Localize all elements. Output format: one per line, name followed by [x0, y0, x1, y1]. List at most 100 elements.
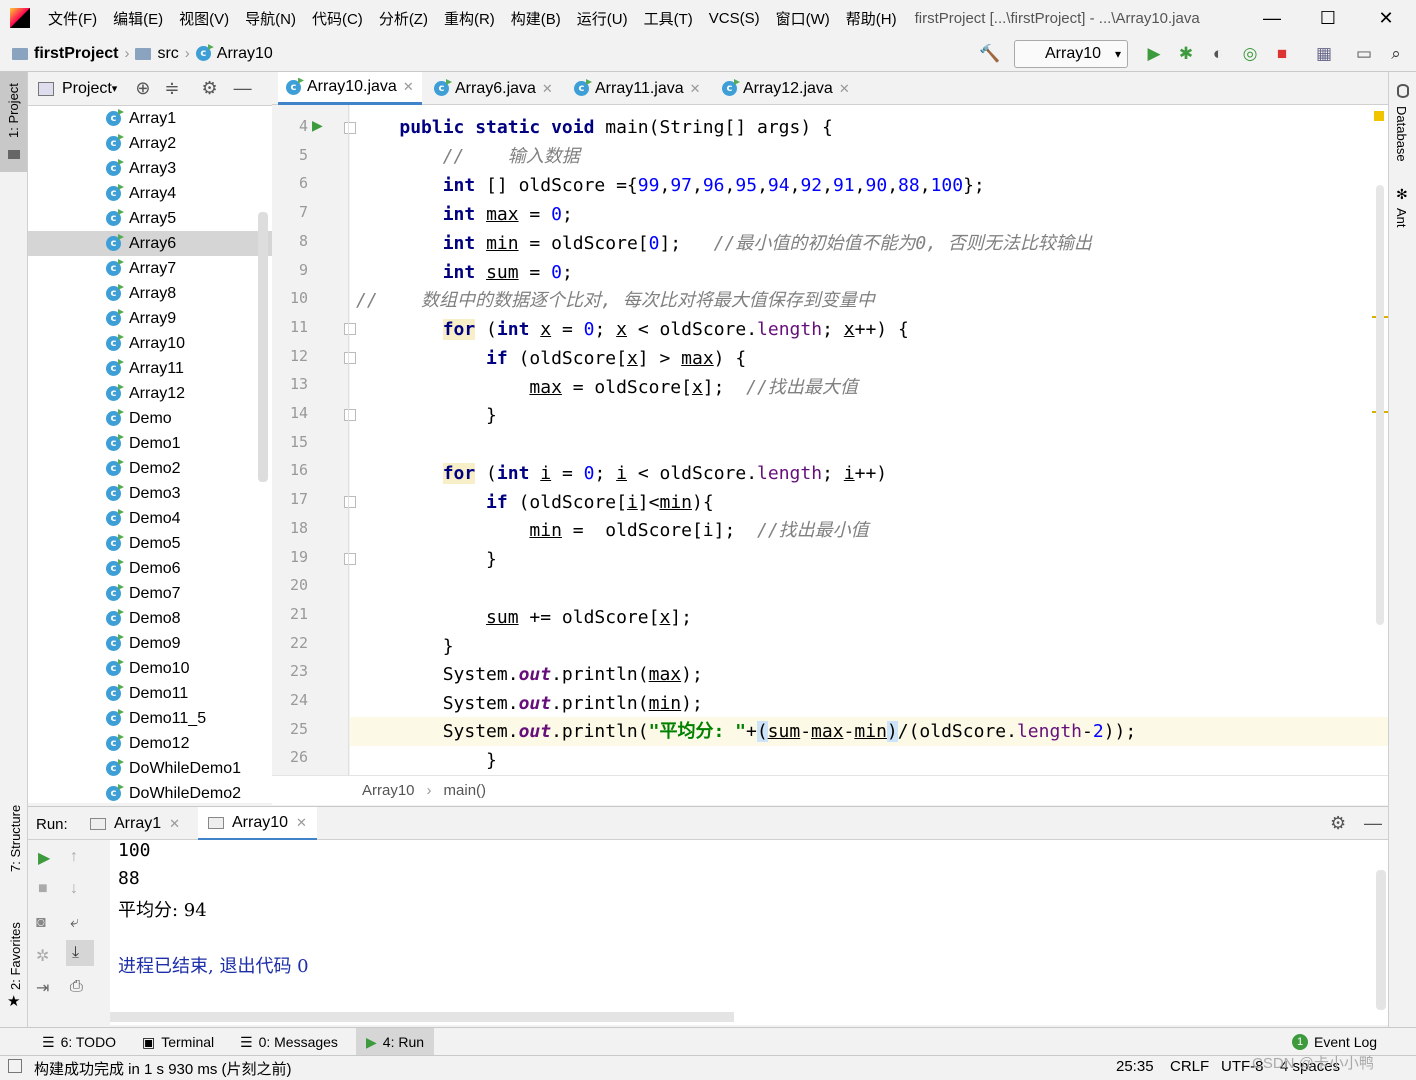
run-console[interactable]: 100 88 平均分: 94 进程已结束, 退出代码 0: [110, 840, 1388, 1025]
structure-tool-button[interactable]: 7: Structure: [8, 805, 23, 872]
caret-position[interactable]: 25:35: [1116, 1058, 1154, 1075]
run-tab[interactable]: ▶ 4: Run: [356, 1028, 435, 1056]
tree-item-demo3[interactable]: c Demo3: [106, 481, 181, 506]
tree-item-dowhiledemo1[interactable]: c DoWhileDemo1: [106, 756, 241, 781]
breadcrumb-class[interactable]: Array10: [362, 782, 415, 799]
soft-wrap-icon[interactable]: ⤶: [70, 914, 79, 932]
project-view-select[interactable]: Project: [62, 80, 112, 98]
tree-item-array2[interactable]: c Array2: [106, 131, 176, 156]
build-hammer-icon[interactable]: 🔨: [978, 42, 1002, 66]
close-icon[interactable]: ✕: [542, 81, 553, 97]
tree-item-demo1[interactable]: c Demo1: [106, 431, 181, 456]
close-icon[interactable]: ✕: [403, 79, 414, 95]
tree-item-demo10[interactable]: c Demo10: [106, 656, 189, 681]
camera-icon[interactable]: ◙: [36, 914, 46, 932]
close-window-button[interactable]: ✕: [1358, 0, 1414, 36]
menu-tools[interactable]: 工具(T): [636, 8, 701, 29]
layout-toggle-icon[interactable]: [8, 1059, 22, 1073]
close-icon[interactable]: ✕: [296, 815, 307, 831]
menu-window[interactable]: 窗口(W): [768, 8, 838, 29]
console-vscrollbar[interactable]: [1376, 870, 1386, 1010]
profile-icon[interactable]: ◎: [1238, 42, 1262, 66]
code-editor[interactable]: 4 5 6 7 8 9 10 11 12 13 14 15 16 17 18 19 20 21 22 23 24 25 26…: [272, 105, 1388, 775]
console-hscrollbar[interactable]: [110, 1012, 734, 1022]
terminal-tab[interactable]: ▣ Terminal: [142, 1028, 214, 1056]
run-config-select[interactable]: Array10 ▾: [1014, 40, 1128, 68]
tab-array12[interactable]: c Array12.java ✕: [714, 72, 858, 105]
favorites-tool-button[interactable]: 2: Favorites: [8, 922, 23, 990]
locate-icon[interactable]: ⊕: [135, 78, 150, 99]
down-arrow-icon[interactable]: ↓: [70, 880, 78, 898]
todo-tab[interactable]: ☰ 6: TODO: [42, 1028, 116, 1056]
hide-icon[interactable]: —: [234, 78, 252, 99]
tree-item-array7[interactable]: c Array7: [106, 256, 176, 281]
tree-item-demo5[interactable]: c Demo5: [106, 531, 181, 556]
ant-tool-button[interactable]: Ant: [1394, 208, 1409, 228]
tree-item-array4[interactable]: c Array4: [106, 181, 176, 206]
menu-refactor[interactable]: 重构(R): [436, 8, 503, 29]
fold-icon[interactable]: [344, 496, 356, 508]
menu-vcs[interactable]: VCS(S): [701, 10, 768, 27]
menu-file[interactable]: 文件(F): [40, 8, 105, 29]
rerun-icon[interactable]: ▶: [38, 848, 50, 868]
tree-item-array1[interactable]: c Array1: [106, 106, 176, 131]
run-icon[interactable]: ▶: [1142, 42, 1166, 66]
close-icon[interactable]: ✕: [169, 816, 180, 832]
run-gutter-icon[interactable]: ▶: [312, 117, 323, 134]
tree-item-array11[interactable]: c Array11: [106, 356, 184, 381]
menu-code[interactable]: 代码(C): [304, 8, 371, 29]
fold-icon[interactable]: [344, 352, 356, 364]
breadcrumb-project[interactable]: firstProject: [0, 45, 124, 63]
fold-icon[interactable]: [344, 122, 356, 134]
tree-item-array6[interactable]: c Array6: [106, 231, 176, 256]
project-structure-icon[interactable]: ▦: [1312, 42, 1336, 66]
gear-icon[interactable]: ⚙: [1330, 813, 1346, 834]
run-tab-array1[interactable]: Array1 ✕: [90, 807, 180, 840]
tree-item-array8[interactable]: c Array8: [106, 281, 176, 306]
breadcrumb-src[interactable]: src: [129, 45, 184, 63]
search-icon[interactable]: ⌕: [1384, 42, 1408, 66]
exit-icon[interactable]: ⇥: [36, 978, 49, 998]
menu-navigate[interactable]: 导航(N): [237, 8, 304, 29]
tree-item-array12[interactable]: c Array12: [106, 381, 185, 406]
tab-array6[interactable]: c Array6.java ✕: [426, 72, 561, 105]
close-icon[interactable]: ✕: [690, 81, 701, 97]
editor-scrollbar[interactable]: [1376, 185, 1384, 625]
tab-array10[interactable]: c Array10.java ✕: [278, 72, 422, 105]
tree-item-dowhiledemo2[interactable]: c DoWhileDemo2: [106, 781, 241, 803]
layout-icon[interactable]: ▭: [1352, 42, 1376, 66]
tree-item-demo6[interactable]: c Demo6: [106, 556, 181, 581]
tree-item-demo7[interactable]: c Demo7: [106, 581, 181, 606]
stop-icon[interactable]: ■: [38, 880, 48, 898]
settings-icon[interactable]: ✲: [36, 946, 49, 966]
menu-analyze[interactable]: 分析(Z): [371, 8, 436, 29]
tree-item-demo9[interactable]: c Demo9: [106, 631, 181, 656]
coverage-icon[interactable]: ◐: [1206, 42, 1230, 66]
tree-item-demo4[interactable]: c Demo4: [106, 506, 181, 531]
collapse-icon[interactable]: ≑: [164, 78, 179, 99]
close-icon[interactable]: ✕: [839, 81, 850, 97]
breadcrumb-method[interactable]: main(): [444, 782, 487, 799]
menu-view[interactable]: 视图(V): [171, 8, 237, 29]
tree-item-demo8[interactable]: c Demo8: [106, 606, 181, 631]
fold-icon[interactable]: [344, 553, 356, 565]
run-tab-array10[interactable]: Array10 ✕: [198, 807, 317, 841]
debug-icon[interactable]: ✱: [1174, 42, 1198, 66]
tree-item-array3[interactable]: c Array3: [106, 156, 176, 181]
tree-item-demo[interactable]: c Demo: [106, 406, 172, 431]
print-icon[interactable]: ⎙: [70, 978, 83, 996]
messages-tab[interactable]: ☰ 0: Messages: [240, 1028, 338, 1056]
maximize-button[interactable]: ☐: [1300, 0, 1356, 36]
scroll-to-end-button[interactable]: [66, 940, 94, 966]
fold-icon[interactable]: [344, 409, 356, 421]
stop-icon[interactable]: ■: [1270, 42, 1294, 66]
tree-item-array9[interactable]: c Array9: [106, 306, 176, 331]
database-tool-button[interactable]: Database: [1394, 106, 1409, 162]
tab-array11[interactable]: c Array11.java ✕: [566, 72, 709, 105]
tree-scrollbar[interactable]: [258, 212, 268, 482]
hide-icon[interactable]: —: [1364, 813, 1382, 834]
tree-item-demo11[interactable]: c Demo11: [106, 681, 188, 706]
fold-icon[interactable]: [344, 323, 356, 335]
tree-item-array10[interactable]: c Array10: [106, 331, 185, 356]
tree-item-demo2[interactable]: c Demo2: [106, 456, 181, 481]
